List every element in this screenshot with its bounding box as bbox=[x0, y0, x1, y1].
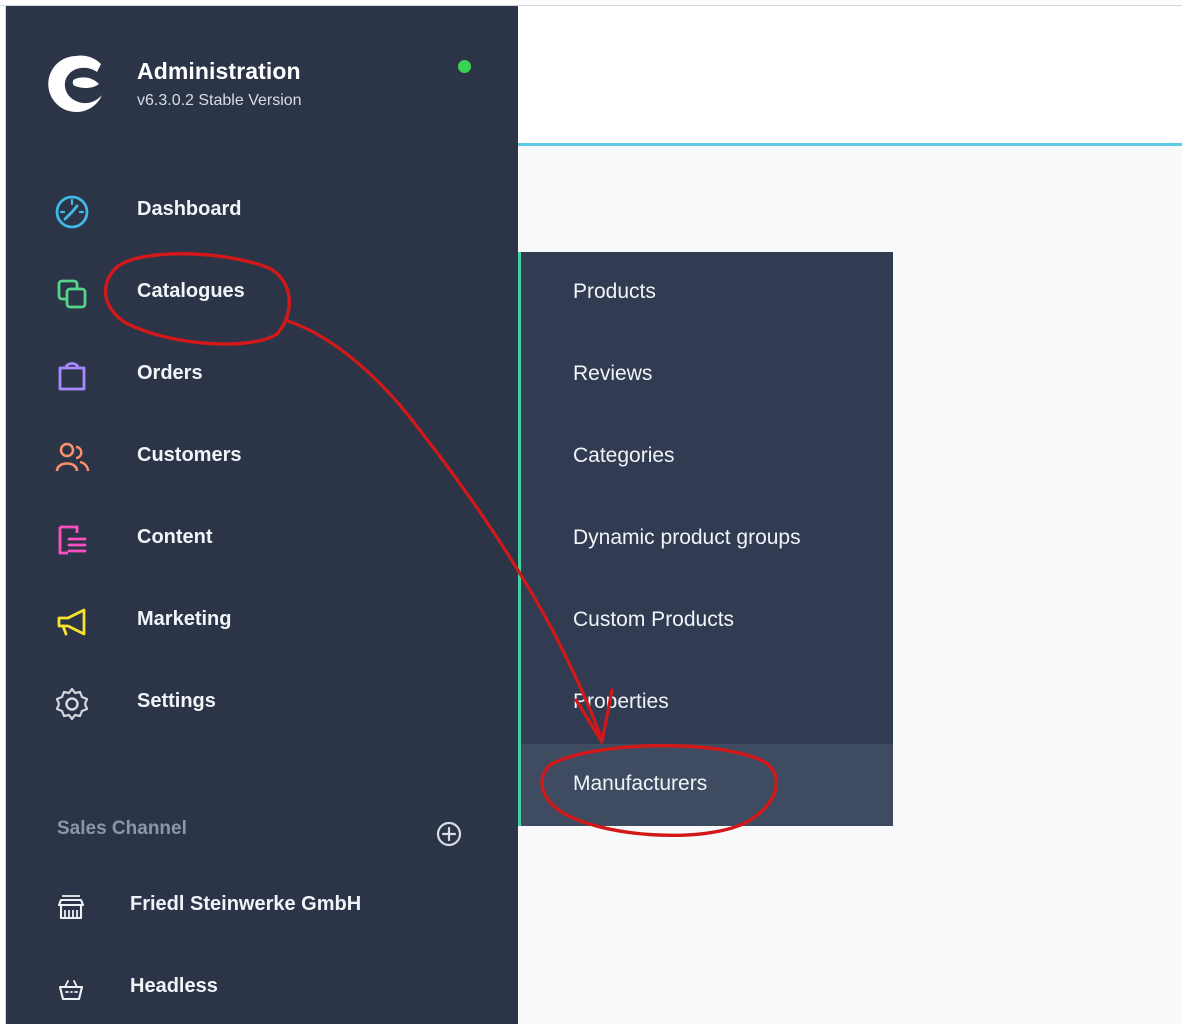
status-indicator bbox=[458, 60, 471, 73]
submenu-label-categories: Categories bbox=[573, 444, 675, 467]
sidebar-item-catalogues[interactable]: Catalogues bbox=[6, 258, 518, 328]
sidebar-label-orders: Orders bbox=[137, 362, 203, 384]
admin-window: Administration v6.3.0.2 Stable Version D… bbox=[0, 0, 1182, 1024]
orders-icon bbox=[52, 356, 92, 396]
catalogues-icon bbox=[52, 274, 92, 314]
settings-icon bbox=[52, 684, 92, 724]
submenu-label-manufacturers: Manufacturers bbox=[573, 772, 708, 795]
submenu-item-properties[interactable]: Properties bbox=[521, 662, 893, 744]
plus-circle-icon bbox=[436, 821, 462, 847]
sidebar-label-dashboard: Dashboard bbox=[137, 198, 242, 220]
dashboard-icon bbox=[52, 192, 92, 232]
sidebar-label-settings: Settings bbox=[137, 690, 216, 712]
submenu-item-custom-products[interactable]: Custom Products bbox=[521, 580, 893, 662]
content-icon bbox=[52, 520, 92, 560]
sales-channel-label-friedl-steinwerke: Friedl Steinwerke GmbH bbox=[130, 893, 362, 915]
submenu-label-reviews: Reviews bbox=[573, 362, 653, 385]
brand-title: Administration bbox=[137, 58, 301, 84]
submenu-label-custom-products: Custom Products bbox=[573, 608, 735, 631]
basket-icon bbox=[56, 974, 86, 1004]
submenu-item-categories[interactable]: Categories bbox=[521, 416, 893, 498]
sidebar-item-content[interactable]: Content bbox=[6, 504, 518, 574]
sidebar-label-customers: Customers bbox=[137, 444, 242, 466]
submenu-item-products[interactable]: Products bbox=[521, 252, 893, 334]
sidebar-item-settings[interactable]: Settings bbox=[6, 668, 518, 738]
storefront-icon bbox=[56, 892, 86, 922]
submenu-label-dynamic-product-groups: Dynamic product groups bbox=[573, 526, 801, 549]
submenu-item-dynamic-product-groups[interactable]: Dynamic product groups bbox=[521, 498, 893, 580]
sidebar-label-content: Content bbox=[137, 526, 213, 548]
sales-channel-item-headless[interactable]: Headless bbox=[6, 962, 518, 1020]
brand-version: v6.3.0.2 Stable Version bbox=[137, 92, 302, 109]
sales-channel-item-friedl-steinwerke[interactable]: Friedl Steinwerke GmbH bbox=[6, 880, 518, 938]
sidebar-label-marketing: Marketing bbox=[137, 608, 232, 630]
sidebar-item-orders[interactable]: Orders bbox=[6, 340, 518, 410]
add-sales-channel-button[interactable] bbox=[433, 818, 465, 850]
submenu-label-products: Products bbox=[573, 280, 656, 303]
submenu-label-properties: Properties bbox=[573, 690, 669, 713]
submenu-item-manufacturers[interactable]: Manufacturers bbox=[521, 744, 893, 826]
sidebar-item-dashboard[interactable]: Dashboard bbox=[6, 176, 518, 246]
top-header bbox=[518, 6, 1182, 145]
catalogues-submenu: Products Reviews Categories Dynamic prod… bbox=[518, 252, 893, 826]
sidebar: Administration v6.3.0.2 Stable Version D… bbox=[6, 6, 518, 1024]
customers-icon bbox=[52, 438, 92, 478]
marketing-icon bbox=[52, 602, 92, 642]
sidebar-label-catalogues: Catalogues bbox=[137, 280, 245, 302]
sales-channel-label-headless: Headless bbox=[130, 975, 218, 997]
sidebar-item-marketing[interactable]: Marketing bbox=[6, 586, 518, 656]
sidebar-item-customers[interactable]: Customers bbox=[6, 422, 518, 492]
sales-channel-section-title: Sales Channel bbox=[57, 818, 187, 839]
shopware-logo-icon[interactable] bbox=[44, 52, 108, 116]
submenu-item-reviews[interactable]: Reviews bbox=[521, 334, 893, 416]
